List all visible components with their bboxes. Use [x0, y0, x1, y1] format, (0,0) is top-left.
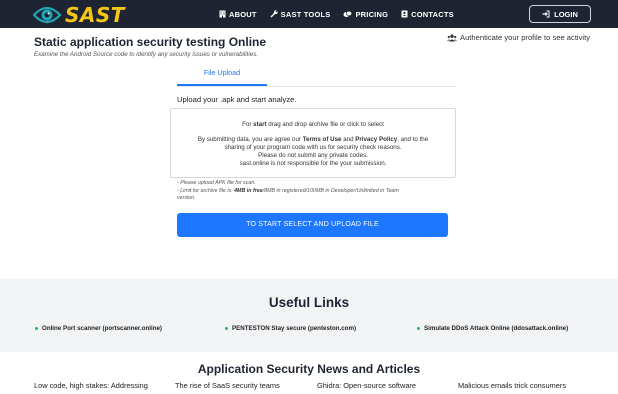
main-menu: ABOUT SAST TOOLS PRICING CONTACTS [219, 0, 467, 28]
tab-divider [177, 86, 456, 87]
disclaimer-text: Please do not submit any private codes. [258, 152, 368, 159]
nav-item-pricing[interactable]: PRICING [343, 10, 388, 19]
nav-item-label: ABOUT [229, 9, 257, 19]
bullet-icon [225, 327, 228, 330]
dropzone-instruction: For start drag and drop archive file or … [171, 121, 455, 128]
coins-icon [343, 10, 353, 17]
limit-note: - Please upload APK file for scan. [177, 180, 256, 186]
useful-link-label: Online Port scanner (portscanner.online) [42, 325, 162, 332]
useful-link-ddosattack[interactable]: Simulate DDoS Attack Online (ddosattack.… [417, 325, 568, 332]
bullet-icon [417, 327, 420, 330]
useful-link-penteston[interactable]: PENTESTON Stay secure (penteston.com) [225, 325, 356, 332]
upload-intro: Upload your .apk and start analyze. [177, 95, 297, 104]
news-section-title: Application Security News and Articles [197, 362, 421, 376]
useful-link-label: Simulate DDoS Attack Online (ddosattack.… [424, 325, 569, 332]
useful-links-title: Useful Links [268, 295, 350, 310]
upload-limits: - Please upload APK file for scan. - Lim… [177, 180, 447, 203]
dropzone-text: For [242, 121, 254, 128]
news-article-link[interactable]: Malicious emails trick consumers [458, 381, 593, 390]
page-subtitle: Examine the Android Source code to ident… [34, 51, 259, 58]
file-dropzone[interactable]: For start drag and drop archive file or … [170, 108, 456, 178]
nav-item-sast-tools[interactable]: SAST TOOLS [270, 10, 331, 19]
nav-item-about[interactable]: ABOUT [219, 10, 257, 19]
users-icon [447, 34, 457, 41]
sign-in-icon [542, 10, 550, 18]
auth-note[interactable]: Authenticate your profile to see activit… [447, 33, 590, 42]
nav-item-contacts[interactable]: CONTACTS [401, 10, 454, 19]
building-icon [219, 10, 226, 18]
upload-file-button[interactable]: TO START SELECT AND UPLOAD FILE [177, 213, 448, 237]
limit-text: /8MB in registered/100MB in Developer/Un… [262, 187, 399, 194]
news-article-link[interactable]: Low code, high stakes: Addressing [34, 381, 169, 390]
brand-name: SAST [65, 3, 125, 27]
dropzone-text: drag and drop archive file or click to s… [266, 121, 384, 128]
nav-item-label: SAST TOOLS [280, 9, 331, 19]
disclaimer-text: , and to the [397, 136, 429, 143]
page-title: Static application security testing Onli… [34, 35, 267, 49]
limit-text: - Limit for archive file is: [177, 187, 235, 194]
limit-note: - Limit for archive file is: 4MB in free… [177, 188, 447, 196]
address-book-icon [401, 10, 408, 18]
login-label: LOGIN [554, 9, 578, 19]
disclaimer-text: sharing of your program code with us for… [224, 144, 402, 151]
bullet-icon [35, 327, 38, 330]
login-button[interactable]: LOGIN [529, 5, 591, 23]
limit-text-bold: 4MB in free [234, 187, 263, 194]
useful-link-label: PENTESTON Stay secure (penteston.com) [232, 325, 357, 332]
nav-item-label: PRICING [355, 9, 389, 19]
useful-links-section [0, 279, 618, 352]
dropzone-disclaimer: By submitting data, you are agree our Te… [171, 136, 455, 168]
eye-logo-icon [33, 6, 61, 24]
disclaimer-text: sast.online is not responsible for the y… [239, 160, 387, 167]
wrench-icon [270, 10, 278, 18]
limit-note: version. [177, 195, 196, 202]
nav-item-label: CONTACTS [411, 9, 454, 19]
auth-note-label: Authenticate your profile to see activit… [460, 33, 591, 42]
terms-of-use-link[interactable]: Terms of Use [303, 136, 342, 143]
news-article-link[interactable]: The rise of SaaS security teams [175, 381, 310, 390]
dropzone-text-bold: start [253, 121, 267, 128]
navbar: SAST ABOUT SAST TOOLS PRICING CONTACTS L… [0, 0, 618, 28]
tab-active-indicator [177, 84, 267, 86]
privacy-policy-link[interactable]: Privacy Policy [355, 136, 397, 143]
site-logo[interactable]: SAST [33, 3, 125, 27]
disclaimer-text: and [341, 136, 356, 143]
news-article-link[interactable]: Ghidra: Open-source software [317, 381, 452, 390]
useful-link-portscanner[interactable]: Online Port scanner (portscanner.online) [35, 325, 162, 332]
disclaimer-text: By submitting data, you are agree our [197, 136, 303, 143]
